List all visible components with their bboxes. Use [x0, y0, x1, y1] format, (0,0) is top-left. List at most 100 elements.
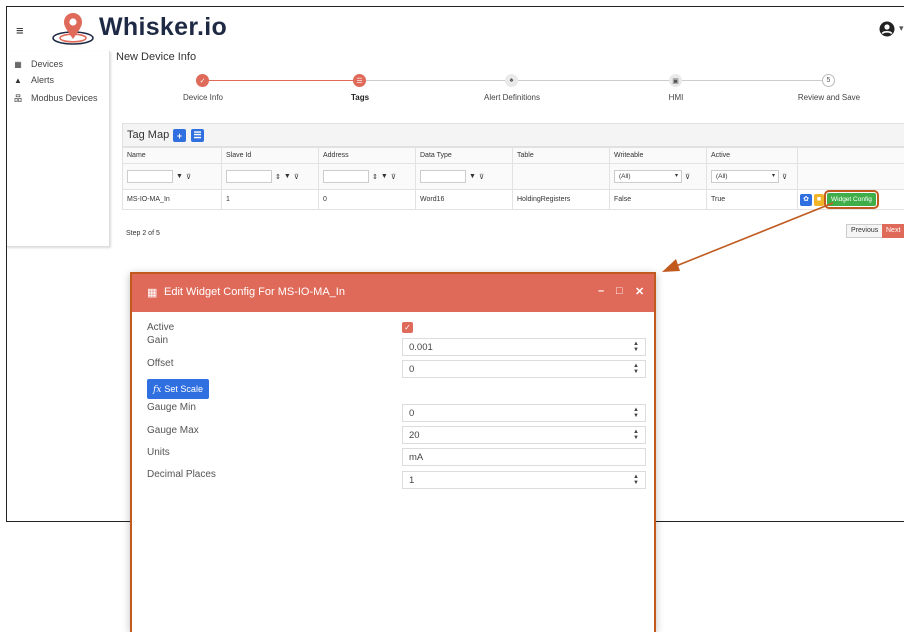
- widget-config-button[interactable]: Widget Config: [824, 190, 879, 209]
- filter-icon[interactable]: ▼: [284, 173, 291, 180]
- writeable-filter-select[interactable]: (All) ▾: [614, 170, 682, 183]
- logo-pin-icon: [52, 13, 94, 45]
- address-filter-input[interactable]: [323, 170, 369, 183]
- wizard-stepper: ✓ ☰ ♠ ▣ 5 Device Info Tags Alert Definit…: [116, 71, 904, 105]
- brand-name: Whisker.io: [99, 13, 228, 41]
- column-header[interactable]: Slave Id: [221, 147, 319, 164]
- column-header: [797, 147, 904, 164]
- gain-label: Gain: [147, 335, 169, 346]
- slave-id-filter-input[interactable]: [226, 170, 272, 183]
- step-1-check-icon[interactable]: ✓: [196, 74, 209, 87]
- gauge-min-value: 0: [409, 408, 415, 419]
- column-header[interactable]: Table: [512, 147, 610, 164]
- data-type-filter-input[interactable]: [420, 170, 466, 183]
- clear-filter-icon[interactable]: ⊽: [782, 173, 787, 181]
- gain-field[interactable]: 0.001 ▲ ▼: [402, 338, 646, 356]
- step-3-alert-icon[interactable]: ♠: [505, 74, 518, 87]
- step-label[interactable]: HMI: [669, 93, 684, 102]
- column-header[interactable]: Address: [318, 147, 416, 164]
- step-connector: [518, 80, 670, 81]
- trash-icon[interactable]: ■: [814, 193, 824, 206]
- cell-slave-id: 1: [221, 189, 319, 210]
- step-label[interactable]: Review and Save: [798, 93, 860, 102]
- step-label[interactable]: Alert Definitions: [484, 93, 540, 102]
- spinner-icon[interactable]: ⇕: [372, 173, 378, 181]
- spinner-icon[interactable]: ▲ ▼: [633, 474, 639, 486]
- clear-filter-icon[interactable]: ⊽: [186, 173, 191, 181]
- filter-icon[interactable]: ▼: [381, 173, 388, 180]
- step-label-active[interactable]: Tags: [351, 93, 369, 102]
- sidebar-item-alerts[interactable]: ▲ Alerts: [7, 72, 54, 88]
- step-connector: [209, 80, 354, 81]
- table-row[interactable]: MS-IO-MA_In 1 0 Word16 HoldingRegisters …: [122, 189, 904, 210]
- user-circle-icon[interactable]: [879, 21, 895, 37]
- gauge-min-field[interactable]: 0 ▲ ▼: [402, 404, 646, 422]
- units-label: Units: [147, 447, 170, 458]
- maximize-icon[interactable]: □: [616, 285, 623, 297]
- column-header[interactable]: Active: [706, 147, 798, 164]
- tag-table: Name Slave Id Address Data Type Table Wr…: [122, 147, 904, 210]
- clear-filter-icon[interactable]: ⊽: [685, 173, 690, 181]
- menu-icon[interactable]: ≡: [16, 24, 24, 37]
- sidebar-item-label: Modbus Devices: [31, 93, 98, 103]
- clear-filter-icon[interactable]: ⊽: [294, 173, 299, 181]
- spinner-icon[interactable]: ▲ ▼: [633, 363, 639, 375]
- network-icon: 品: [14, 93, 22, 103]
- column-header[interactable]: Name: [122, 147, 222, 164]
- next-button[interactable]: Next: [882, 224, 904, 238]
- gear-icon[interactable]: ✿: [800, 193, 812, 206]
- step-5-number[interactable]: 5: [822, 74, 835, 87]
- list-view-button[interactable]: ☰: [191, 129, 204, 142]
- previous-button[interactable]: Previous: [846, 224, 884, 238]
- active-filter-select[interactable]: (All) ▾: [711, 170, 779, 183]
- minimize-icon[interactable]: –: [598, 285, 604, 297]
- spinner-icon[interactable]: ▲ ▼: [633, 407, 639, 419]
- spinner-icon[interactable]: ▲ ▼: [633, 429, 639, 441]
- name-filter-input[interactable]: [127, 170, 173, 183]
- filter-icon[interactable]: ▼: [176, 173, 183, 180]
- add-tag-button[interactable]: +: [173, 129, 186, 142]
- step-connector: [366, 80, 506, 81]
- offset-label: Offset: [147, 358, 174, 369]
- cell-data-type: Word16: [415, 189, 513, 210]
- clear-filter-icon[interactable]: ⊽: [479, 173, 484, 181]
- gauge-max-label: Gauge Max: [147, 425, 199, 436]
- widget-icon: ▦: [147, 287, 158, 299]
- gauge-min-label: Gauge Min: [147, 402, 196, 413]
- sidebar-item-modbus-devices[interactable]: 品 Modbus Devices: [7, 90, 98, 106]
- grid-toolbar: Tag Map + ☰: [122, 123, 904, 147]
- gauge-max-field[interactable]: 20 ▲ ▼: [402, 426, 646, 444]
- spinner-icon[interactable]: ▲ ▼: [633, 341, 639, 353]
- cell-writeable: False: [609, 189, 707, 210]
- column-header[interactable]: Writeable: [609, 147, 707, 164]
- sidebar: ▦ Devices ▲ Alerts 品 Modbus Devices: [7, 51, 110, 247]
- chevron-down-icon[interactable]: ▾: [899, 23, 904, 34]
- step-indicator: Step 2 of 5: [126, 230, 160, 237]
- step-2-list-icon[interactable]: ☰: [353, 74, 366, 87]
- set-scale-button[interactable]: fx Set Scale: [147, 379, 209, 399]
- active-checkbox[interactable]: ✓: [402, 322, 413, 333]
- chevron-down-icon: ▾: [771, 173, 775, 179]
- units-value: mA: [409, 452, 424, 463]
- close-icon[interactable]: ✕: [635, 285, 644, 298]
- sidebar-item-devices[interactable]: ▦ Devices: [7, 56, 63, 72]
- clear-filter-icon[interactable]: ⊽: [391, 173, 396, 181]
- grid-title: Tag Map: [127, 129, 170, 141]
- filter-icon[interactable]: ▼: [469, 173, 476, 180]
- function-icon: fx: [153, 385, 162, 395]
- dialog-header: ▦ Edit Widget Config For MS-IO-MA_In – □…: [132, 274, 654, 312]
- chevron-down-icon: ▾: [674, 173, 678, 179]
- active-label: Active: [147, 322, 175, 333]
- cell-address: 0: [318, 189, 416, 210]
- step-4-hmi-icon[interactable]: ▣: [669, 74, 682, 87]
- column-header[interactable]: Data Type: [415, 147, 513, 164]
- cell-name: MS-IO-MA_In: [122, 189, 222, 210]
- sidebar-item-label: Devices: [31, 59, 64, 69]
- sidebar-item-label: Alerts: [31, 75, 55, 85]
- step-label[interactable]: Device Info: [183, 93, 223, 102]
- spinner-icon[interactable]: ⇕: [275, 173, 281, 181]
- edit-widget-config-dialog: ▦ Edit Widget Config For MS-IO-MA_In – □…: [130, 272, 656, 632]
- units-field[interactable]: mA: [402, 448, 646, 466]
- decimal-places-field[interactable]: 1 ▲ ▼: [402, 471, 646, 489]
- offset-field[interactable]: 0 ▲ ▼: [402, 360, 646, 378]
